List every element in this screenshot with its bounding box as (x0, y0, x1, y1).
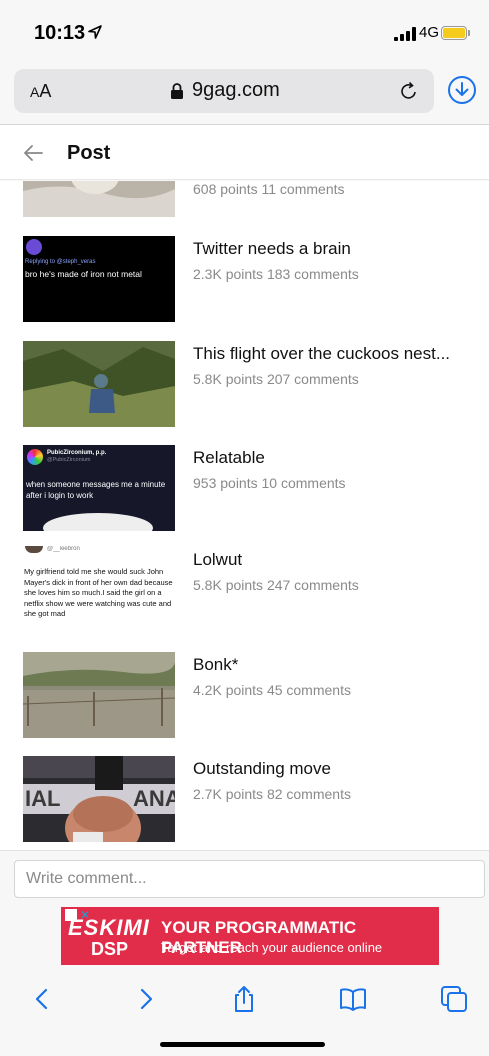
thumb-reply: Replying to @steph_veras (25, 259, 96, 265)
post-meta: 953 points 10 comments (193, 475, 346, 491)
forward-icon[interactable] (132, 985, 160, 1013)
cellular-signal-icon (394, 27, 416, 41)
post-thumbnail[interactable] (23, 341, 175, 427)
comment-input[interactable]: Write comment... (14, 860, 485, 898)
lock-icon (171, 83, 183, 99)
text-size-button[interactable]: AA (30, 81, 51, 102)
post-thumbnail[interactable] (23, 652, 175, 738)
post-meta: 608 points 11 comments (193, 181, 345, 197)
post-thumbnail[interactable]: Replying to @steph_veras bro he's made o… (23, 236, 175, 322)
post-meta: 5.8K points 207 comments (193, 371, 359, 387)
ad-subtext: Target and reach your audience online (161, 940, 383, 955)
post-list: 608 points 11 comments Replying to @step… (0, 181, 489, 850)
post-meta: 2.3K points 183 comments (193, 266, 359, 282)
post-thumbnail[interactable]: PubicZirconium, p.p. @PubicZirconium whe… (23, 445, 175, 531)
reload-icon[interactable] (398, 80, 420, 102)
post-info: 608 points 11 comments (193, 181, 473, 197)
home-indicator[interactable] (160, 1042, 325, 1047)
thumb-handle: @__leebron (47, 546, 80, 552)
svg-text:IAL: IAL (25, 786, 60, 811)
back-icon[interactable] (28, 985, 56, 1013)
post-info: Lolwut 5.8K points 247 comments (193, 549, 473, 593)
svg-text:ANA: ANA (133, 786, 175, 811)
ad-brand-sub: DSP (91, 939, 129, 959)
page-back-icon[interactable] (22, 142, 44, 164)
post-thumbnail[interactable]: @__leebron My girlfriend told me she wou… (23, 546, 175, 636)
post-title[interactable]: This flight over the cuckoos nest... (193, 343, 473, 365)
post-title[interactable]: Outstanding move (193, 758, 473, 780)
status-time: 10:13 (34, 22, 86, 44)
post-meta: 2.7K points 82 comments (193, 786, 351, 802)
network-type: 4G (419, 24, 440, 41)
post-info: This flight over the cuckoos nest... 5.8… (193, 343, 473, 387)
post-title[interactable]: Bonk* (193, 654, 473, 676)
status-bar: 10:13 4G (0, 0, 489, 60)
post-info: Twitter needs a brain 2.3K points 183 co… (193, 238, 473, 282)
post-info: Bonk* 4.2K points 45 comments (193, 654, 473, 698)
post-title[interactable]: Relatable (193, 447, 473, 469)
post-info: Outstanding move 2.7K points 82 comments (193, 758, 473, 802)
thumb-text: My girlfriend told me she would suck Joh… (24, 567, 173, 618)
thumb-handle: @PubicZirconium (47, 457, 91, 463)
bookmarks-icon[interactable] (339, 985, 367, 1013)
post-title[interactable]: Twitter needs a brain (193, 238, 473, 260)
downloads-button[interactable] (448, 76, 476, 104)
post-info: Relatable 953 points 10 comments (193, 447, 473, 491)
thumb-text: when someone messages me a minute after … (26, 480, 166, 500)
location-arrow-icon (88, 25, 102, 39)
battery-tip (468, 30, 470, 36)
post-title[interactable]: Lolwut (193, 549, 473, 571)
page-header: Post (0, 124, 489, 180)
post-meta: 4.2K points 45 comments (193, 682, 351, 698)
url-domain[interactable]: 9gag.com (192, 79, 280, 102)
avatar (25, 546, 43, 553)
thumb-name: PubicZirconium, p.p. (47, 450, 107, 456)
address-bar[interactable]: AA 9gag.com (14, 69, 434, 113)
post-thumbnail[interactable] (23, 181, 175, 217)
battery-icon (441, 26, 467, 40)
ad-banner[interactable]: ✕ ESKIMI DSP YOUR PROGRAMMATIC PARTNER T… (61, 907, 439, 965)
thumb-image (43, 513, 153, 531)
ad-brand: ESKIMI (68, 915, 150, 940)
share-icon[interactable] (230, 985, 258, 1013)
tabs-icon[interactable] (440, 985, 468, 1013)
download-arrow-icon (455, 82, 469, 96)
avatar (27, 449, 43, 465)
avatar (26, 239, 42, 255)
page-title: Post (67, 142, 111, 164)
thumb-text: bro he's made of iron not metal (25, 269, 142, 279)
post-thumbnail[interactable]: IAL ANA (23, 756, 175, 842)
post-meta: 5.8K points 247 comments (193, 577, 359, 593)
